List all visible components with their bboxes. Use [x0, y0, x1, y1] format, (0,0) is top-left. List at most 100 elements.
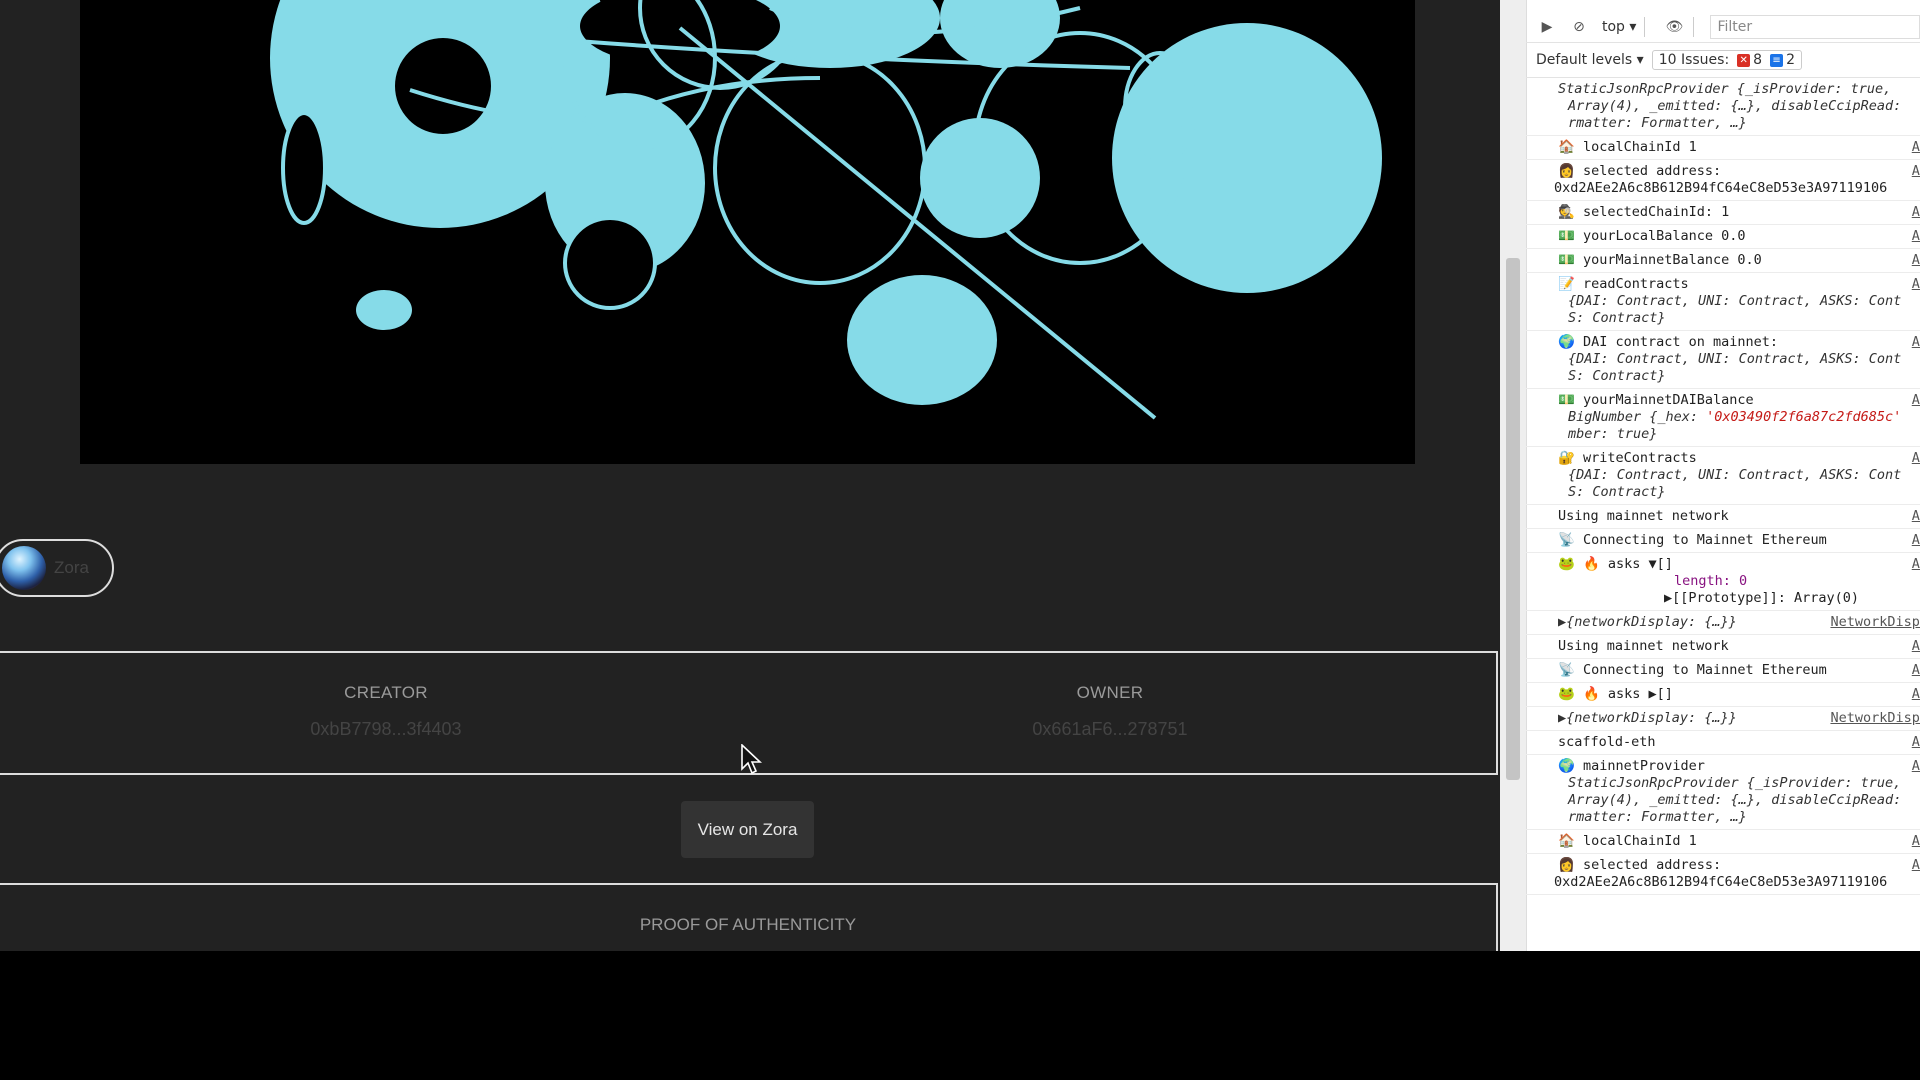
divider: [1693, 17, 1695, 37]
log-emoji-icon: 🐸: [1558, 686, 1583, 702]
source-link[interactable]: Ap: [1912, 392, 1920, 409]
log-emoji-icon: 🔥: [1582, 556, 1608, 572]
source-link[interactable]: Ap: [1912, 450, 1920, 467]
console-log-row: 👩 selected address: 0xd2AEe2A6c8B612B94fC…: [1526, 160, 1920, 201]
log-emoji-icon: 📝: [1558, 276, 1583, 292]
log-line: 🌍 mainnetProvider: [1558, 758, 1906, 775]
clear-console-icon[interactable]: ⊘: [1568, 16, 1590, 38]
page-scrollbar[interactable]: [1500, 0, 1527, 951]
sidebar-toggle-icon[interactable]: ▶︎: [1536, 16, 1558, 38]
log-line: 🔐 writeContracts: [1558, 450, 1906, 467]
log-text[interactable]: ▶{networkDisplay: {…}}: [1558, 710, 1737, 726]
log-text: scaffold-eth: [1558, 734, 1656, 750]
source-link[interactable]: Ap: [1912, 252, 1920, 269]
log-detail-line: {DAI: Contract, UNI: Contract, ASKS: Con…: [1568, 467, 1902, 483]
console-log-row: 👩 selected address: 0xd2AEe2A6c8B612B94fC…: [1526, 854, 1920, 895]
array-prototype[interactable]: ▶[[Prototype]]: Array(0): [1558, 590, 1906, 607]
log-line: 💵 yourMainnetBalance 0.0: [1558, 252, 1906, 269]
bignumber-hex: '0x03490f2f6a87c2fd685c': [1706, 409, 1902, 425]
log-detail-line: Array(4), _emitted: {…}, disableCcipRead…: [1568, 792, 1902, 808]
page-scrollbar-thumb[interactable]: [1506, 258, 1520, 780]
view-on-zora-button[interactable]: View on Zora: [681, 801, 814, 858]
source-link[interactable]: NetworkDispl: [1830, 710, 1920, 727]
log-line: Using mainnet network: [1558, 508, 1906, 525]
source-link[interactable]: Ap: [1912, 556, 1920, 573]
source-link[interactable]: Ap: [1912, 204, 1920, 221]
log-text: Using mainnet network: [1558, 508, 1729, 524]
log-emoji-icon: 💵: [1558, 392, 1583, 408]
source-link[interactable]: Ap: [1912, 758, 1920, 775]
log-line: scaffold-eth: [1558, 734, 1906, 751]
console-log-row: 🐸 🔥 asks ▼[] length: 0 ▶[[Prototype]]: Arr…: [1526, 553, 1920, 611]
source-link[interactable]: Ap: [1912, 833, 1920, 850]
filter-input[interactable]: Filter: [1710, 15, 1920, 39]
log-emoji-icon: 🌍: [1558, 758, 1583, 774]
console-log-row: 🌍 mainnetProvider StaticJsonRpcProvider {…: [1526, 755, 1920, 830]
console-toolbar: ▶︎ ⊘ top ▾ 👁 Filter: [1526, 12, 1920, 43]
bignumber-prefix: BigNumber {_hex:: [1568, 409, 1707, 425]
source-link[interactable]: Ap: [1912, 686, 1920, 703]
issues-counter[interactable]: 10 Issues: ✕ 8 ≡ 2: [1651, 50, 1803, 70]
source-link[interactable]: Ap: [1912, 662, 1920, 679]
zora-chip[interactable]: Zora: [0, 539, 114, 597]
creator-address[interactable]: 0xbB7798...3f4403: [186, 719, 586, 740]
context-select[interactable]: top ▾: [1602, 19, 1636, 35]
creator-label: CREATOR: [344, 683, 428, 702]
log-object[interactable]: StaticJsonRpcProvider {_isProvider: true…: [1558, 81, 1891, 97]
source-link[interactable]: Ap: [1912, 508, 1920, 525]
log-emoji-icon: 👩: [1558, 163, 1583, 179]
log-emoji-icon: 💵: [1558, 228, 1583, 244]
log-detail-line: rmatter: Formatter, …}: [1568, 115, 1747, 131]
log-line: 🐸 🔥 asks ▼[]: [1558, 556, 1906, 573]
source-link[interactable]: Ap: [1912, 276, 1920, 293]
log-detail-line: S: Contract}: [1568, 310, 1666, 326]
console-log-row: Using mainnet network Ap: [1526, 635, 1920, 659]
zora-orb-icon: [2, 546, 46, 590]
log-line: Using mainnet network: [1558, 638, 1906, 655]
console-log-row: Using mainnet network Ap: [1526, 505, 1920, 529]
source-link[interactable]: Ap: [1912, 857, 1920, 874]
log-emoji-icon: 🔐: [1558, 450, 1583, 466]
log-detail-line: {DAI: Contract, UNI: Contract, ASKS: Con…: [1568, 351, 1902, 367]
log-text: yourLocalBalance 0.0: [1582, 228, 1746, 244]
console-log-row: 💵 yourMainnetBalance 0.0 Ap: [1526, 249, 1920, 273]
default-levels-dropdown[interactable]: Default levels ▾: [1536, 52, 1644, 68]
log-emoji-icon: 📡: [1558, 532, 1583, 548]
console-log-row: 🕵 selectedChainId: 1 Ap: [1526, 201, 1920, 225]
log-emoji-icon: 🔥: [1582, 686, 1608, 702]
artwork-svg: [270, 0, 1382, 420]
source-link[interactable]: Ap: [1912, 163, 1920, 180]
log-text: yourMainnetDAIBalance: [1582, 392, 1754, 408]
log-line: 📡 Connecting to Mainnet Ethereum: [1558, 532, 1906, 549]
console-log-row: 💵 yourLocalBalance 0.0 Ap: [1526, 225, 1920, 249]
log-text: selectedChainId: 1: [1582, 204, 1730, 220]
log-text[interactable]: ▶{networkDisplay: {…}}: [1558, 614, 1737, 630]
source-link[interactable]: Ap: [1912, 139, 1920, 156]
context-label: top: [1602, 19, 1625, 35]
owner-address[interactable]: 0x661aF6...278751: [910, 719, 1310, 740]
source-link[interactable]: Ap: [1912, 638, 1920, 655]
log-detail-line: StaticJsonRpcProvider {_isProvider: true…: [1568, 775, 1902, 791]
console-log-row: ▶{networkDisplay: {…}} NetworkDispl: [1526, 707, 1920, 731]
console-log-row: 🔐 writeContracts {DAI: Contract, UNI: Con…: [1526, 447, 1920, 505]
zora-chip-label: Zora: [54, 558, 89, 577]
source-link[interactable]: Ap: [1912, 734, 1920, 751]
array-length: length: 0: [1674, 573, 1748, 589]
log-line: 💵 yourMainnetDAIBalance: [1558, 392, 1906, 409]
console-log-row: 💵 yourMainnetDAIBalance BigNumber {_hex: …: [1526, 389, 1920, 447]
log-emoji-icon: 🐸: [1558, 556, 1583, 572]
console-log-row: 🏠 localChainId 1 Ap: [1526, 136, 1920, 160]
source-link[interactable]: Ap: [1912, 228, 1920, 245]
console-log-row: StaticJsonRpcProvider {_isProvider: true…: [1526, 78, 1920, 136]
console-log-row: 📡 Connecting to Mainnet Ethereum Ap: [1526, 659, 1920, 683]
eye-icon[interactable]: 👁: [1663, 16, 1685, 38]
source-link[interactable]: NetworkDispl: [1830, 614, 1920, 631]
log-text: readContracts: [1582, 276, 1689, 292]
log-text: Connecting to Mainnet Ethereum: [1582, 532, 1827, 548]
source-link[interactable]: Ap: [1912, 532, 1920, 549]
log-detail-line: Array(4), _emitted: {…}, disableCcipRead…: [1568, 98, 1902, 114]
source-link[interactable]: Ap: [1912, 334, 1920, 351]
log-emoji-icon: 📡: [1558, 662, 1583, 678]
creator-column: CREATOR 0xbB7798...3f4403: [186, 683, 586, 740]
log-line: StaticJsonRpcProvider {_isProvider: true…: [1558, 81, 1906, 98]
